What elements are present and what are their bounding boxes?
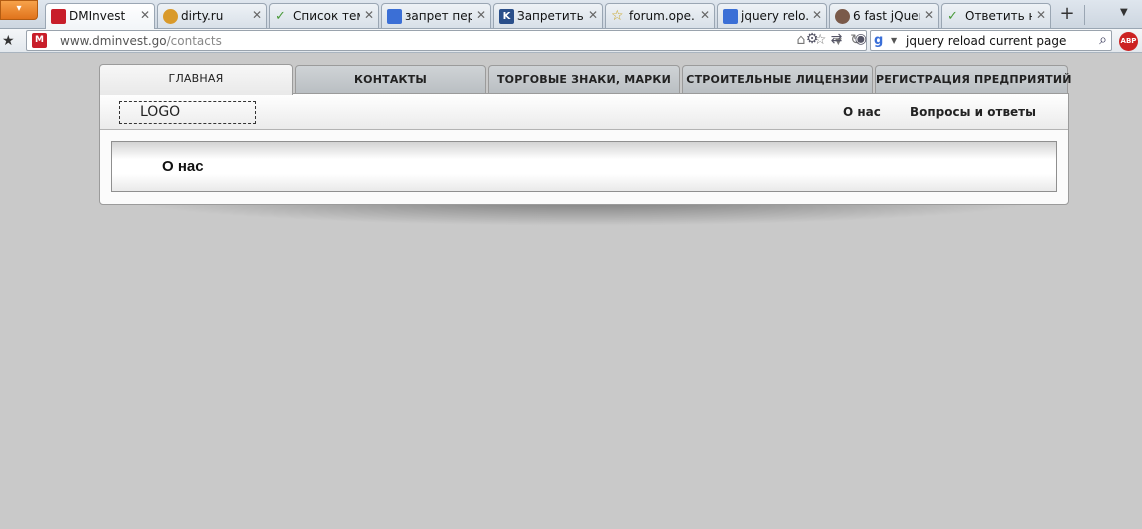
browser-tab-strip: ▾ DMInvest ✕ dirty.ru ✕ ✓ Список тем ✕ з… bbox=[0, 0, 1142, 29]
new-tab-button[interactable]: + bbox=[1056, 4, 1078, 26]
nav-tab-trademarks[interactable]: ТОРГОВЫЕ ЗНАКИ, МАРКИ bbox=[488, 65, 680, 94]
nav-tab-home[interactable]: ГЛАВНАЯ bbox=[99, 64, 293, 95]
avatar-favicon-icon bbox=[835, 9, 850, 24]
browser-tab[interactable]: ☆ forum.ope... ✕ bbox=[605, 3, 715, 28]
close-icon[interactable]: ✕ bbox=[812, 8, 822, 22]
header-link-faq[interactable]: Вопросы и ответы bbox=[910, 105, 1036, 119]
chat-icon[interactable]: ◉ bbox=[851, 31, 871, 47]
chevron-down-icon: ▾ bbox=[16, 3, 22, 14]
adblock-icon[interactable]: ABP bbox=[1119, 32, 1138, 51]
browser-tab[interactable]: 6 fast jQuer... ✕ bbox=[829, 3, 939, 28]
browser-tab[interactable]: jquery relo... ✕ bbox=[717, 3, 827, 28]
tab-list-chevron-icon[interactable]: ▼ bbox=[1120, 7, 1128, 18]
close-icon[interactable]: ✕ bbox=[252, 8, 262, 22]
nav-tab-construction-licenses[interactable]: СТРОИТЕЛЬНЫЕ ЛИЦЕНЗИИ bbox=[682, 65, 873, 94]
logo[interactable]: LOGO bbox=[119, 101, 256, 124]
google-icon[interactable]: g bbox=[874, 33, 889, 48]
close-icon[interactable]: ✕ bbox=[700, 8, 710, 22]
site-header: LOGO О нас Вопросы и ответы bbox=[100, 94, 1068, 130]
browser-tab[interactable]: ✓ Ответить н... ✕ bbox=[941, 3, 1051, 28]
k-favicon-icon: K bbox=[499, 9, 514, 24]
url-bar[interactable]: M www.dminvest.go/contacts ⌂ ☆ ▼ ↻ bbox=[26, 30, 867, 51]
tab-separator bbox=[1084, 5, 1085, 25]
close-icon[interactable]: ✕ bbox=[140, 8, 150, 22]
dirty-favicon-icon bbox=[163, 9, 178, 24]
browser-tab[interactable]: K Запретить ... ✕ bbox=[493, 3, 603, 28]
url-text[interactable]: www.dminvest.go/contacts bbox=[60, 34, 222, 48]
close-icon[interactable]: ✕ bbox=[476, 8, 486, 22]
site-body: LOGO О нас Вопросы и ответы О нас bbox=[99, 93, 1069, 205]
nav-tab-company-registration[interactable]: РЕГИСТРАЦИЯ ПРЕДПРИЯТИЙ bbox=[875, 65, 1072, 94]
header-link-about[interactable]: О нас bbox=[843, 105, 881, 119]
addon-toolbar: ⚙ ⇄ ◉ bbox=[802, 31, 871, 47]
content-box: О нас bbox=[111, 141, 1057, 192]
page-title: О нас bbox=[162, 158, 204, 175]
search-bar[interactable]: g ▼ jquery reload current page ⌕ bbox=[870, 30, 1112, 51]
close-icon[interactable]: ✕ bbox=[924, 8, 934, 22]
search-input[interactable]: jquery reload current page bbox=[906, 34, 1066, 48]
browser-tab[interactable]: DMInvest ✕ bbox=[45, 3, 155, 29]
browser-tab[interactable]: dirty.ru ✕ bbox=[157, 3, 267, 28]
browser-tab[interactable]: запрет пер... ✕ bbox=[381, 3, 491, 28]
addon-gear-icon[interactable]: ⚙ bbox=[802, 31, 822, 47]
star-favicon-icon: ☆ bbox=[611, 8, 624, 24]
dminvest-favicon-icon bbox=[51, 9, 66, 24]
checkmark-favicon-icon: ✓ bbox=[275, 9, 286, 24]
nav-tab-contacts[interactable]: КОНТАКТЫ bbox=[295, 65, 486, 94]
site-container: ГЛАВНАЯ КОНТАКТЫ ТОРГОВЫЕ ЗНАКИ, МАРКИ С… bbox=[99, 64, 1072, 205]
checkmark-favicon-icon: ✓ bbox=[947, 9, 958, 24]
bookmarks-star-icon[interactable]: ★ bbox=[2, 33, 18, 49]
firefox-menu-button[interactable]: ▾ bbox=[0, 0, 38, 20]
search-icon[interactable]: ⌕ bbox=[1099, 32, 1107, 48]
close-icon[interactable]: ✕ bbox=[364, 8, 374, 22]
search-engine-dropdown-icon[interactable]: ▼ bbox=[891, 36, 897, 45]
google-favicon-icon bbox=[723, 9, 738, 24]
close-icon[interactable]: ✕ bbox=[588, 8, 598, 22]
google-favicon-icon bbox=[387, 9, 402, 24]
site-identity-icon[interactable]: M bbox=[32, 33, 47, 48]
close-icon[interactable]: ✕ bbox=[1036, 8, 1046, 22]
browser-navigation-bar: ★ M www.dminvest.go/contacts ⌂ ☆ ▼ ↻ ⚙ ⇄… bbox=[0, 29, 1142, 53]
translate-icon[interactable]: ⇄ bbox=[826, 31, 846, 47]
browser-tab[interactable]: ✓ Список тем ✕ bbox=[269, 3, 379, 28]
